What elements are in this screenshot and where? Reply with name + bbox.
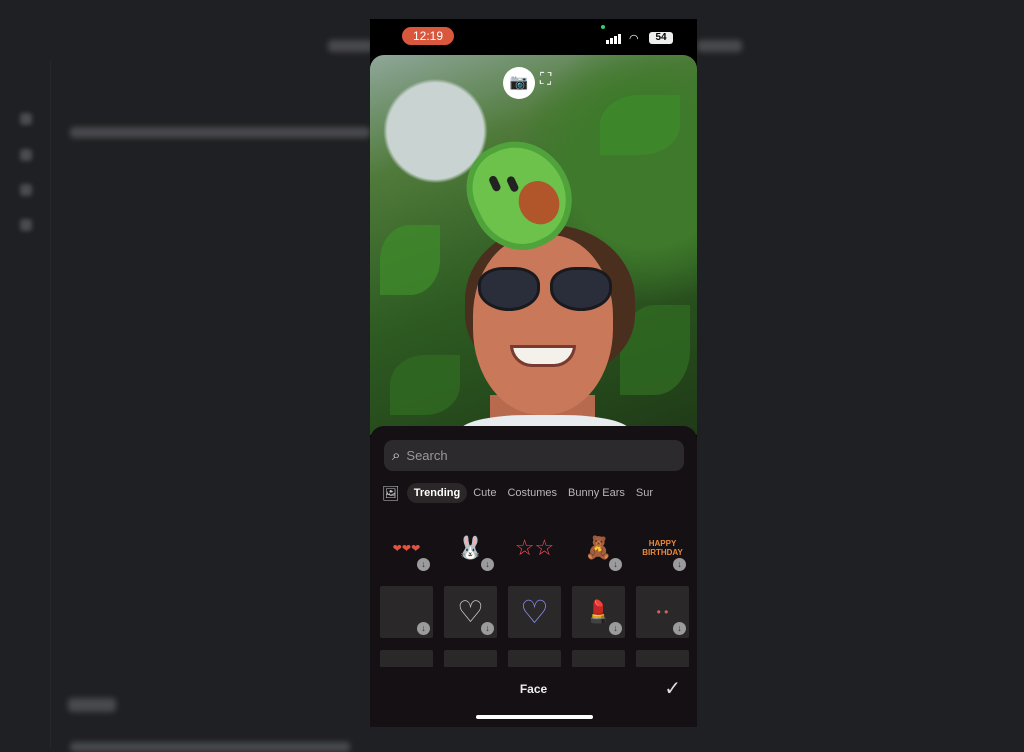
add-image-icon[interactable]: 🖼	[382, 485, 400, 502]
sticker-eyes[interactable]: • • ↓	[636, 586, 689, 638]
sticker-blue-heart[interactable]: ♡	[508, 586, 561, 638]
status-bar: 12:19 ◠ 54	[370, 19, 697, 55]
download-icon: ↓	[481, 558, 494, 571]
download-icon: ↓	[417, 558, 430, 571]
home-indicator[interactable]	[476, 715, 593, 719]
sticker-lipstick[interactable]: 💄 ↓	[572, 586, 625, 638]
search-bar[interactable]: ⌕	[384, 440, 684, 471]
sticker-layered-heart[interactable]: ♡ ↓	[444, 586, 497, 638]
sidebar-icon	[20, 113, 32, 125]
tab-cute[interactable]: Cute	[468, 483, 501, 503]
sticker-gummy-bear[interactable]: 🧸 ↓	[572, 522, 625, 574]
sticker-item[interactable]	[636, 650, 689, 667]
battery-icon: 54	[649, 32, 673, 44]
phone-screen: 12:19 ◠ 54 📷 ⛶ ⌕ 🖼 Trending Cute	[370, 19, 697, 727]
face-scan-icon[interactable]: ⛶	[540, 71, 551, 89]
blurred-text	[70, 742, 350, 752]
sticker-grid: ❤❤❤ ↓ 🐰 ↓ ☆☆ 🧸 ↓ HAPPY BIRTHDAY ↓ ↓ ♡ ↓ ♡ 💄 ↓ …	[380, 522, 690, 667]
sticker-happy-birthday[interactable]: HAPPY BIRTHDAY ↓	[636, 522, 689, 574]
blurred-heading	[68, 698, 116, 712]
checkmark-icon[interactable]: ✓	[664, 676, 681, 701]
sticker-item[interactable]	[380, 650, 433, 667]
signal-icon	[606, 34, 621, 44]
sticker-bunny[interactable]: 🐰 ↓	[444, 522, 497, 574]
sticker-hearts[interactable]: ❤❤❤ ↓	[380, 522, 433, 574]
sidebar-icon	[20, 219, 32, 231]
blurred-heading	[697, 40, 742, 52]
download-icon: ↓	[417, 622, 430, 635]
sticker-item[interactable]	[444, 650, 497, 667]
tab-more[interactable]: Sur	[631, 483, 658, 503]
download-icon: ↓	[609, 558, 622, 571]
blurred-text	[70, 127, 370, 138]
download-icon: ↓	[673, 558, 686, 571]
category-tabs: 🖼 Trending Cute Costumes Bunny Ears Sur	[382, 483, 695, 503]
camera-indicator	[601, 25, 605, 29]
mode-label: Face	[519, 682, 548, 696]
tab-trending[interactable]: Trending	[406, 483, 468, 503]
camera-preview: 📷 ⛶	[370, 55, 697, 435]
sidebar-icon	[20, 184, 32, 196]
search-icon: ⌕	[392, 447, 401, 464]
sticker-item[interactable]: ↓	[380, 586, 433, 638]
search-input[interactable]	[406, 448, 647, 463]
download-icon: ↓	[481, 622, 494, 635]
download-icon: ↓	[673, 622, 686, 635]
sunglasses	[478, 267, 540, 311]
sticker-item[interactable]	[508, 650, 561, 667]
tab-bunny-ears[interactable]: Bunny Ears	[563, 483, 630, 503]
blurred-heading	[328, 40, 373, 52]
tab-costumes[interactable]: Costumes	[502, 483, 562, 503]
download-icon: ↓	[609, 622, 622, 635]
wifi-icon: ◠	[629, 33, 639, 45]
sticker-stars[interactable]: ☆☆	[508, 522, 561, 574]
person-face	[473, 235, 613, 415]
sidebar-icon	[20, 149, 32, 161]
camera-icon[interactable]: 📷	[503, 67, 535, 99]
sticker-panel: ⌕ 🖼 Trending Cute Costumes Bunny Ears Su…	[370, 426, 697, 727]
status-time: 12:19	[402, 27, 454, 45]
divider	[50, 60, 51, 749]
sticker-item[interactable]	[572, 650, 625, 667]
